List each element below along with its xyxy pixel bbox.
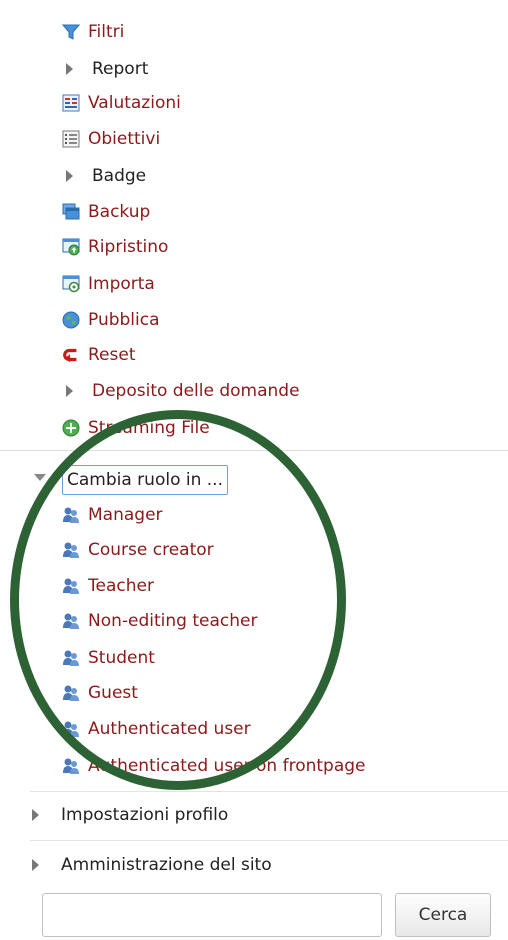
menu-item-label: Backup xyxy=(88,202,151,222)
role-item-non-editing-teacher[interactable]: Non-editing teacher xyxy=(62,606,257,636)
user-role-icon xyxy=(62,577,80,595)
menu-item-report[interactable]: Report xyxy=(62,54,148,84)
role-item-course-creator[interactable]: Course creator xyxy=(62,535,214,565)
expand-arrow-icon xyxy=(66,63,73,75)
expand-arrow-icon xyxy=(66,385,73,397)
menu-item-label: Report xyxy=(92,59,149,79)
restore-icon xyxy=(62,238,80,256)
role-label: Guest xyxy=(88,683,138,703)
menu-item-label: Ripristino xyxy=(88,237,169,257)
reset-arrow-icon xyxy=(62,346,80,364)
outcomes-icon xyxy=(62,130,80,148)
user-role-icon xyxy=(62,506,80,524)
user-role-icon xyxy=(62,649,80,667)
section-label: Amministrazione del sito xyxy=(61,855,272,875)
role-item-guest[interactable]: Guest xyxy=(62,678,138,708)
menu-item-badge[interactable]: Badge xyxy=(62,161,146,191)
collapse-arrow-icon[interactable] xyxy=(34,474,46,481)
role-label: Authenticated user on frontpage xyxy=(88,756,366,776)
menu-item-label: Streaming File xyxy=(88,418,210,438)
user-role-icon xyxy=(62,757,80,775)
add-plus-icon xyxy=(62,419,80,437)
user-role-icon xyxy=(62,612,80,630)
section-profile-settings[interactable]: Impostazioni profilo xyxy=(32,800,228,830)
menu-item-valutazioni[interactable]: Valutazioni xyxy=(62,88,181,118)
menu-item-filtri[interactable]: Filtri xyxy=(62,17,124,47)
role-label: Manager xyxy=(88,505,163,525)
menu-item-label: Importa xyxy=(88,274,155,294)
switch-role-header[interactable]: Cambia ruolo in ... xyxy=(62,465,228,495)
publish-globe-icon xyxy=(62,311,80,329)
role-label: Non-editing teacher xyxy=(88,611,258,631)
search-button[interactable]: Cerca xyxy=(395,893,491,937)
grades-icon xyxy=(62,94,80,112)
user-role-icon xyxy=(62,720,80,738)
menu-item-label: Valutazioni xyxy=(88,93,181,113)
menu-item-label: Badge xyxy=(92,166,147,186)
role-label: Authenticated user xyxy=(88,719,251,739)
menu-item-label: Filtri xyxy=(88,22,125,42)
user-role-icon xyxy=(62,541,80,559)
role-label: Course creator xyxy=(88,540,214,560)
menu-item-label: Pubblica xyxy=(88,310,160,330)
role-item-manager[interactable]: Manager xyxy=(62,500,163,530)
menu-item-label: Deposito delle domande xyxy=(92,381,300,401)
role-label: Student xyxy=(88,648,155,668)
expand-arrow-icon xyxy=(32,859,39,871)
filter-icon xyxy=(62,23,80,41)
user-role-icon xyxy=(62,684,80,702)
divider xyxy=(0,450,508,451)
section-label: Impostazioni profilo xyxy=(61,805,229,825)
menu-item-importa[interactable]: Importa xyxy=(62,269,155,299)
menu-item-obiettivi[interactable]: Obiettivi xyxy=(62,124,160,154)
divider xyxy=(30,840,508,841)
role-item-authenticated-user-frontpage[interactable]: Authenticated user on frontpage xyxy=(62,751,366,781)
search-input[interactable] xyxy=(42,893,382,937)
menu-item-label: Reset xyxy=(88,345,136,365)
menu-item-ripristino[interactable]: Ripristino xyxy=(62,232,168,262)
role-label: Teacher xyxy=(88,576,154,596)
role-item-student[interactable]: Student xyxy=(62,643,155,673)
expand-arrow-icon xyxy=(66,170,73,182)
role-item-authenticated-user[interactable]: Authenticated user xyxy=(62,714,251,744)
switch-role-label: Cambia ruolo in ... xyxy=(67,470,223,490)
divider xyxy=(30,791,508,792)
role-item-teacher[interactable]: Teacher xyxy=(62,571,154,601)
import-icon xyxy=(62,275,80,293)
menu-item-label: Obiettivi xyxy=(88,129,161,149)
menu-item-backup[interactable]: Backup xyxy=(62,197,150,227)
backup-icon xyxy=(62,203,80,221)
menu-item-streaming-file[interactable]: Streaming File xyxy=(62,413,210,443)
menu-item-reset[interactable]: Reset xyxy=(62,340,136,370)
section-site-admin[interactable]: Amministrazione del sito xyxy=(32,850,272,880)
menu-item-deposito-domande[interactable]: Deposito delle domande xyxy=(62,376,300,406)
expand-arrow-icon xyxy=(32,809,39,821)
menu-item-pubblica[interactable]: Pubblica xyxy=(62,305,160,335)
